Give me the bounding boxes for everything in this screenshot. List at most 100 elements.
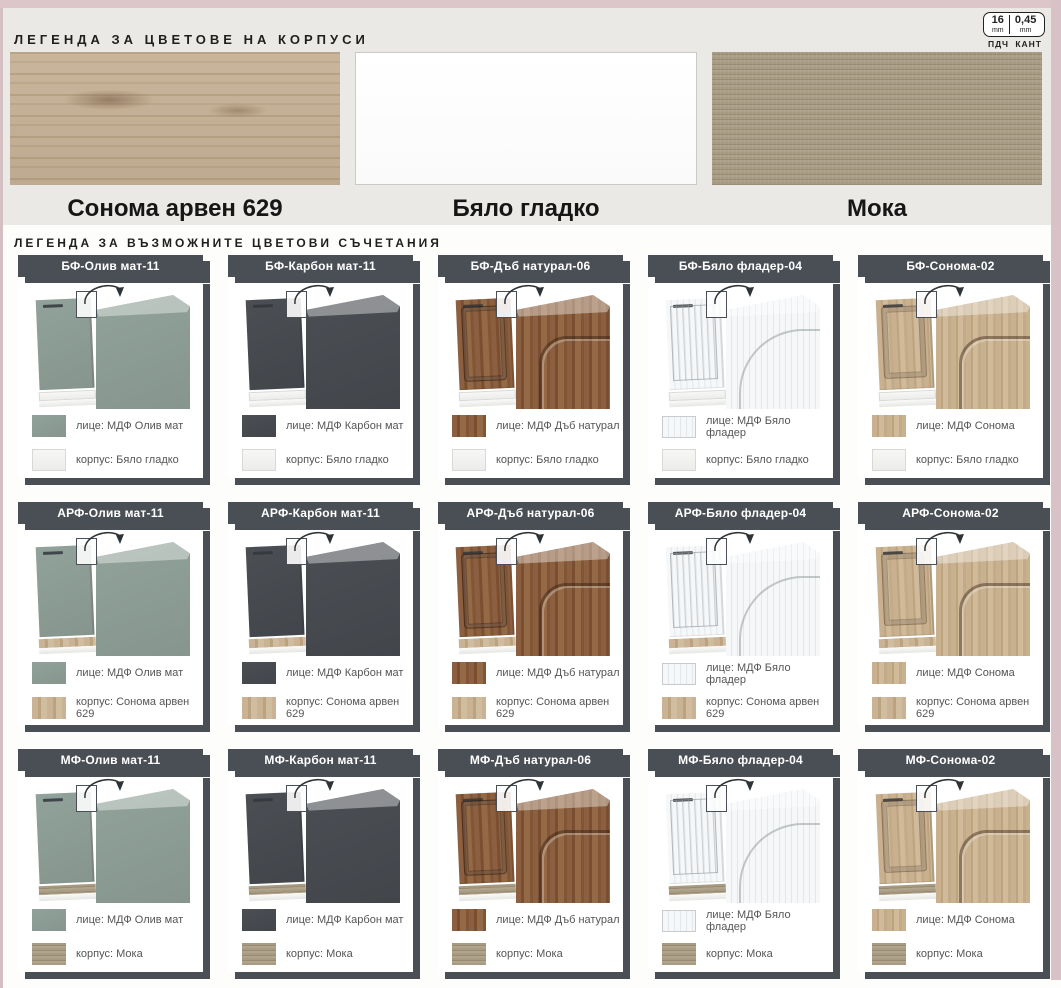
edge-thickness-value: 0,45	[1015, 15, 1036, 26]
door-corner-zoom	[936, 542, 1030, 656]
face-color-swatch	[662, 416, 696, 438]
zoom-arrow-icon	[920, 280, 968, 306]
carcass-legend-row: корпус: Сонома арвен 629	[662, 696, 833, 720]
carcass-legend-label: корпус: Мока	[916, 948, 983, 960]
zoom-arrow-icon	[290, 280, 338, 306]
carcass-legend-label: корпус: Бяло гладко	[706, 454, 809, 466]
door-handle	[253, 551, 273, 555]
carcass-legend-label: корпус: Мока	[706, 948, 773, 960]
door-recess-detail	[739, 576, 822, 660]
page-frame-top	[0, 0, 1061, 8]
face-legend-label: лице: МДФ Дъб натурал	[496, 667, 620, 679]
combination-card: БФ-Карбон мат-11 лице:	[228, 255, 420, 485]
carcass-color-swatch	[662, 449, 696, 471]
carcass-edge-highlight	[669, 399, 726, 407]
carcass-swatch-row: Сонома арвен 629 Бяло гладко Мока	[10, 52, 1042, 223]
card-title-bar: МФ-Карбон мат-11	[228, 749, 413, 771]
zoom-arrow-icon	[920, 774, 968, 800]
door-edge-bevel	[306, 789, 400, 903]
carcass-edge-highlight	[249, 646, 306, 654]
zoom-arrow-icon	[80, 774, 128, 800]
carcass-legend-row: корпус: Мока	[872, 943, 983, 965]
face-legend-row: лице: МДФ Сонома	[872, 662, 1015, 684]
combination-card: АРФ-Бяло фладер-04 лице	[648, 502, 840, 732]
carcass-legend-row: корпус: Бяло гладко	[242, 449, 389, 471]
door-handle	[253, 304, 273, 308]
carcass-color-swatch	[662, 697, 696, 719]
card-title: АРФ-Олив мат-11	[57, 506, 164, 520]
zoom-arrow-icon	[290, 527, 338, 553]
face-legend-row: лице: МДФ Карбон мат	[242, 662, 403, 684]
edge-thickness-unit: mm	[1020, 27, 1032, 34]
carcass-color-swatch	[452, 697, 486, 719]
face-legend-row: лице: МДФ Дъб натурал	[452, 662, 620, 684]
face-color-swatch	[872, 662, 906, 684]
page-frame-right	[1051, 0, 1061, 980]
card-body: лице: МДФ Карбон мат корпус: Мока	[228, 771, 413, 972]
carcass-edge-highlight	[879, 646, 936, 654]
face-legend-label: лице: МДФ Олив мат	[76, 420, 183, 432]
face-legend-row: лице: МДФ Олив мат	[32, 662, 183, 684]
face-color-swatch	[242, 415, 276, 437]
carcass-legend-label: корпус: Мока	[286, 948, 353, 960]
door-recess-detail	[539, 583, 614, 661]
carcass-legend-row: корпус: Мока	[32, 943, 143, 965]
card-body: лице: МДФ Олив мат корпус: Сонома арвен …	[18, 524, 203, 725]
zoom-arrow-icon	[80, 280, 128, 306]
card-title-bar: БФ-Сонома-02	[858, 255, 1043, 277]
zoom-arrow-icon	[80, 527, 128, 553]
face-legend-label: лице: МДФ Бяло фладер	[706, 415, 833, 439]
card-title: АРФ-Дъб натурал-06	[467, 506, 595, 520]
card-title-bar: АРФ-Бяло фладер-04	[648, 502, 833, 524]
card-title: АРФ-Бяло фладер-04	[675, 506, 807, 520]
carcass-color-swatch	[32, 449, 66, 471]
card-title-bar: БФ-Бяло фладер-04	[648, 255, 833, 277]
card-body: лице: МДФ Олив мат корпус: Бяло гладко	[18, 277, 203, 478]
face-color-swatch	[452, 909, 486, 931]
edge-thickness-cell: 0,45 mm	[1009, 15, 1041, 34]
combination-card: БФ-Дъб натурал-06 лице:	[438, 255, 630, 485]
door-corner-zoom	[306, 295, 400, 409]
carcass-edge-highlight	[249, 399, 306, 407]
combinations-section: ЛЕГЕНДА ЗА ВЪЗМОЖНИТЕ ЦВЕТОВИ СЪЧЕТАНИЯ …	[0, 225, 1061, 980]
card-body: лице: МДФ Дъб натурал корпус: Сонома арв…	[438, 524, 623, 725]
combination-card: МФ-Сонома-02 лице: МДФ	[858, 749, 1050, 979]
face-legend-label: лице: МДФ Бяло фладер	[706, 909, 833, 933]
door-corner-zoom	[306, 789, 400, 903]
carcass-edge-highlight	[669, 893, 726, 901]
carcass-color-swatch	[452, 449, 486, 471]
carcass-legend-label: корпус: Бяло гладко	[496, 454, 599, 466]
zoom-arrow-icon	[500, 280, 548, 306]
face-legend-label: лице: МДФ Олив мат	[76, 914, 183, 926]
zoom-arrow-icon	[710, 527, 758, 553]
carcass-legend-label: корпус: Сонома арвен 629	[76, 696, 203, 720]
card-body: лице: МДФ Сонома корпус: Бяло гладко	[858, 277, 1043, 478]
card-title: МФ-Бяло фладер-04	[678, 753, 803, 767]
carcass-legend-label: корпус: Мока	[76, 948, 143, 960]
card-title-bar: БФ-Дъб натурал-06	[438, 255, 623, 277]
page-frame-left	[0, 8, 3, 988]
door-edge-bevel	[96, 789, 190, 903]
face-color-swatch	[452, 415, 486, 437]
face-legend-row: лице: МДФ Дъб натурал	[452, 909, 620, 931]
carcass-edge-highlight	[669, 646, 726, 654]
carcass-edge-highlight	[39, 646, 96, 654]
combination-card: МФ-Олив мат-11 лице: МД	[18, 749, 210, 979]
carcass-legend-label: корпус: Бяло гладко	[286, 454, 389, 466]
byalo-gladko-label: Бяло гладко	[452, 195, 599, 223]
carcass-legend-label: корпус: Сонома арвен 629	[916, 696, 1043, 720]
face-legend-label: лице: МДФ Бяло фладер	[706, 662, 833, 686]
door-corner-zoom	[306, 542, 400, 656]
door-corner-zoom	[96, 542, 190, 656]
carcass-legend-row: корпус: Сонома арвен 629	[452, 696, 623, 720]
face-legend-label: лице: МДФ Сонома	[916, 914, 1015, 926]
carcass-swatch-moka: Мока	[712, 52, 1042, 223]
face-legend-label: лице: МДФ Олив мат	[76, 667, 183, 679]
carcass-edge-highlight	[39, 399, 96, 407]
carcass-colors-section: ЛЕГЕНДА ЗА ЦВЕТОВЕ НА КОРПУСИ 16 mm 0,45…	[0, 8, 1061, 225]
card-title-bar: МФ-Бяло фладер-04	[648, 749, 833, 771]
face-legend-row: лице: МДФ Олив мат	[32, 415, 183, 437]
card-title: АРФ-Сонома-02	[902, 506, 999, 520]
face-legend-row: лице: МДФ Олив мат	[32, 909, 183, 931]
edge-spec-box: 16 mm 0,45 mm	[983, 12, 1045, 37]
